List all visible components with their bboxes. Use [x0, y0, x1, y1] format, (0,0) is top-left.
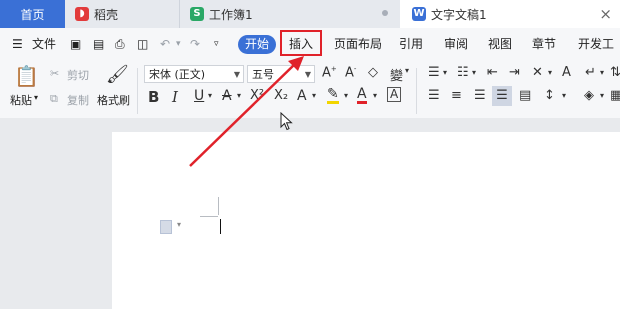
char-border-icon[interactable]: A [387, 87, 402, 102]
tab-home-label: 首页 [20, 7, 45, 22]
ribbon-toolbar: 📋 粘贴 ▾ ✂ 剪切 ⧉ 复制 🖌 格式刷 宋体 (正文) ▼ 五号 ▼ A+ A… [0, 60, 620, 119]
text-effect-icon[interactable]: A [297, 88, 307, 104]
tab-home[interactable]: 首页 [0, 0, 65, 28]
border-icon[interactable]: ▦ [610, 88, 620, 103]
numbered-list-icon[interactable]: ☷ [457, 65, 469, 80]
margin-corner-mark [200, 216, 218, 217]
tab-daoke-label: 稻壳 [94, 7, 119, 22]
preview-icon[interactable]: ◫ [137, 28, 148, 60]
tab-document[interactable]: W 文字文稿1 × [400, 0, 620, 28]
bullet-list-dropdown-icon[interactable]: ▾ [443, 68, 447, 77]
clear-format-icon[interactable]: ◇ [368, 65, 378, 80]
save-icon[interactable]: ▣ [70, 28, 81, 60]
show-marks-icon[interactable]: ↵ [585, 65, 596, 80]
document-page[interactable] [112, 132, 620, 309]
menu-reference[interactable]: 引用 [399, 28, 423, 60]
text-effect-dropdown-icon[interactable]: ▾ [312, 91, 316, 100]
line-spacing-icon[interactable]: ↕ [544, 88, 555, 103]
font-name-select[interactable]: 宋体 (正文) ▼ [144, 65, 244, 83]
brush-icon[interactable]: 🖌 [106, 64, 129, 85]
superscript-icon[interactable]: X² [250, 88, 264, 103]
menu-file[interactable]: 文件 [32, 28, 56, 60]
sort-icon[interactable]: ⇅ [610, 65, 620, 80]
chinese-layout-dropdown-icon[interactable]: ▾ [548, 68, 552, 77]
quick-access-dropdown-icon[interactable]: ▿ [214, 28, 219, 60]
font-name-value: 宋体 (正文) [149, 68, 206, 81]
paragraph-dropdown-icon[interactable]: ▾ [177, 220, 181, 229]
redo-icon[interactable]: ↷ [190, 28, 200, 60]
menu-section[interactable]: 章节 [532, 28, 556, 60]
copy-button[interactable]: 复制 [67, 92, 89, 108]
tab-document-label: 文字文稿1 [431, 7, 487, 22]
phonetic-dropdown-icon[interactable]: ▾ [405, 66, 409, 75]
menu-developer[interactable]: 开发工具 [578, 28, 620, 83]
paste-icon[interactable]: 📋 [14, 64, 39, 88]
align-left-icon[interactable]: ☰ [428, 88, 440, 103]
font-size-value: 五号 [252, 68, 274, 81]
menu-view[interactable]: 视图 [488, 28, 512, 60]
tab-daoke[interactable]: ◗ 稻壳 [65, 0, 180, 28]
hamburger-icon[interactable]: ☰ [12, 28, 23, 60]
mouse-pointer-icon [280, 112, 293, 131]
menu-start[interactable]: 开始 [238, 35, 276, 54]
strikethrough-dropdown-icon[interactable]: ▾ [237, 91, 241, 100]
font-color-icon[interactable]: A [357, 87, 367, 104]
subscript-icon[interactable]: X₂ [274, 88, 288, 103]
print-icon[interactable]: ⎙ [115, 28, 125, 60]
paste-button[interactable]: 粘贴 [10, 92, 32, 108]
distribute-icon[interactable]: ▤ [519, 88, 531, 103]
decrease-indent-icon[interactable]: ⇤ [487, 65, 498, 80]
phonetic-icon[interactable]: 變 [390, 65, 403, 84]
close-icon[interactable]: × [599, 5, 612, 23]
tab-bar: 首页 ◗ 稻壳 S 工作簿1 W 文字文稿1 × [0, 0, 620, 28]
align-center-icon[interactable]: ≡ [451, 88, 462, 103]
paragraph-icon[interactable] [160, 220, 172, 234]
daoke-icon: ◗ [75, 7, 89, 21]
writer-icon: W [412, 7, 426, 21]
shading-dropdown-icon[interactable]: ▾ [600, 91, 604, 100]
line-spacing-dropdown-icon[interactable]: ▾ [562, 91, 566, 100]
numbered-list-dropdown-icon[interactable]: ▾ [472, 68, 476, 77]
copy-icon[interactable]: ⧉ [50, 92, 58, 106]
undo-icon[interactable]: ↶ [160, 28, 170, 60]
text-cursor [220, 219, 221, 234]
underline-icon[interactable]: U [194, 88, 204, 104]
increase-indent-icon[interactable]: ⇥ [509, 65, 520, 80]
insert-highlight-box [280, 30, 322, 56]
unsaved-dot-icon[interactable] [382, 10, 388, 16]
chinese-layout-icon[interactable]: ✕ [532, 65, 543, 80]
justify-icon[interactable]: ☰ [492, 86, 512, 106]
highlight-dropdown-icon[interactable]: ▾ [344, 91, 348, 100]
shrink-font-icon[interactable]: A- [345, 65, 356, 80]
cut-icon[interactable]: ✂ [50, 67, 59, 80]
separator [416, 68, 417, 114]
format-painter-button[interactable]: 格式刷 [97, 92, 130, 108]
bold-icon[interactable]: B [148, 88, 159, 106]
chevron-down-icon: ▼ [233, 70, 240, 79]
italic-icon[interactable]: I [172, 88, 178, 106]
tab-workbook-label: 工作簿1 [209, 7, 253, 22]
tab-workbook[interactable]: S 工作簿1 [180, 0, 400, 28]
align-right-icon[interactable]: ☰ [474, 88, 486, 103]
chevron-down-icon: ▼ [304, 70, 311, 79]
grow-font-icon[interactable]: A+ [322, 65, 337, 80]
separator [137, 68, 138, 114]
font-size-select[interactable]: 五号 ▼ [247, 65, 315, 83]
margin-corner-mark [218, 197, 219, 215]
menu-page-layout[interactable]: 页面布局 [334, 28, 382, 60]
spreadsheet-icon: S [190, 7, 204, 21]
shading-icon[interactable]: ◈ [584, 88, 594, 103]
show-marks-dropdown-icon[interactable]: ▾ [600, 68, 604, 77]
export-icon[interactable]: ▤ [93, 28, 104, 60]
font-color-dropdown-icon[interactable]: ▾ [373, 91, 377, 100]
bullet-list-icon[interactable]: ☰ [428, 65, 440, 80]
text-direction-icon[interactable]: A [562, 65, 571, 80]
strikethrough-icon[interactable]: A [222, 88, 232, 104]
highlight-icon[interactable]: ✎ [327, 87, 339, 104]
undo-dropdown-icon[interactable]: ▾ [176, 28, 181, 60]
cut-button[interactable]: 剪切 [67, 67, 89, 83]
paste-dropdown-icon[interactable]: ▾ [34, 93, 38, 102]
menu-review[interactable]: 审阅 [444, 28, 468, 60]
underline-dropdown-icon[interactable]: ▾ [208, 91, 212, 100]
